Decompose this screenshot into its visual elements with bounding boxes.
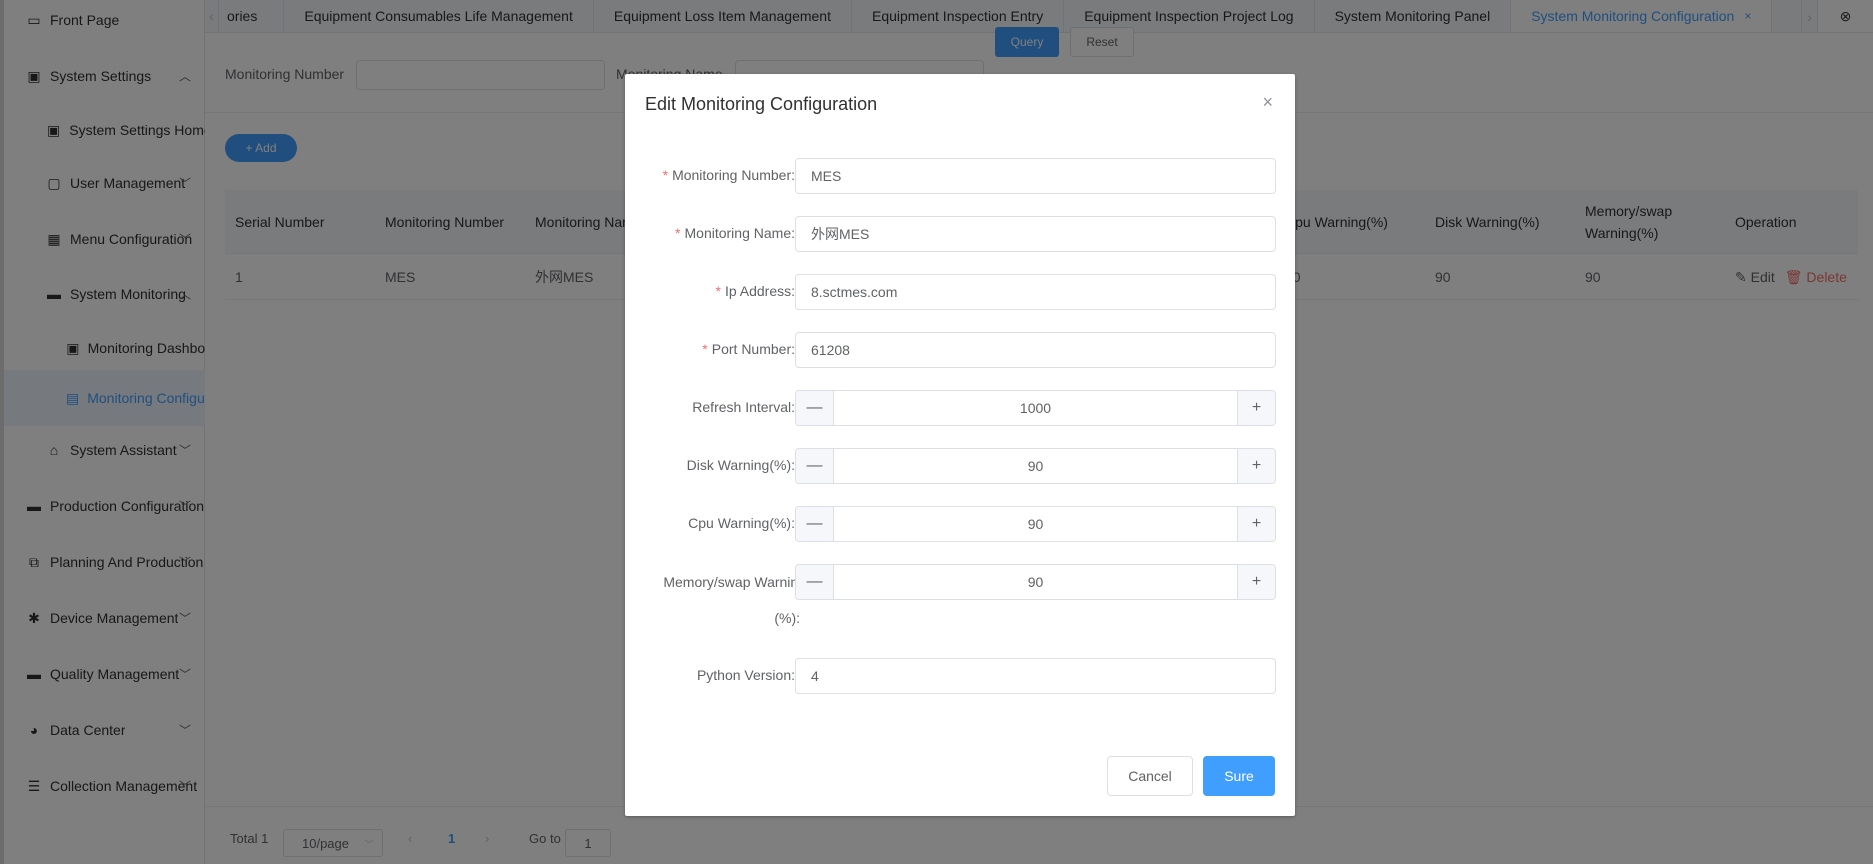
cancel-button[interactable]: Cancel — [1107, 756, 1193, 796]
close-icon[interactable]: × — [1262, 92, 1273, 113]
plus-icon[interactable]: + — [1237, 507, 1275, 541]
disk-warning-label: Disk Warning(%): — [686, 457, 795, 473]
plus-icon[interactable]: + — [1237, 391, 1275, 425]
python-version-input[interactable]: 4 — [795, 658, 1276, 694]
refresh-interval-label: Refresh Interval: — [692, 399, 795, 415]
plus-icon[interactable]: + — [1237, 449, 1275, 483]
port-number-label: * Port Number: — [702, 341, 795, 357]
refresh-interval-input[interactable]: 1000 — [834, 391, 1237, 425]
minus-icon[interactable]: — — [796, 449, 834, 483]
edit-monitoring-dialog: Edit Monitoring Configuration × * Monitor… — [625, 74, 1295, 816]
memory-warning-stepper: — 90 + — [795, 564, 1276, 600]
port-number-input[interactable]: 61208 — [795, 332, 1276, 368]
monitoring-number-label: * Monitoring Number: — [662, 167, 795, 183]
cpu-warning-stepper: — 90 + — [795, 506, 1276, 542]
plus-icon[interactable]: + — [1237, 565, 1275, 599]
sure-button[interactable]: Sure — [1203, 756, 1275, 796]
ip-address-input[interactable]: 8.sctmes.com — [795, 274, 1276, 310]
monitoring-name-input[interactable]: 外网MES — [795, 216, 1276, 252]
minus-icon[interactable]: — — [796, 507, 834, 541]
disk-warning-stepper: — 90 + — [795, 448, 1276, 484]
disk-warning-input[interactable]: 90 — [834, 449, 1237, 483]
monitoring-name-label: * Monitoring Name: — [675, 225, 795, 241]
ip-address-label: * Ip Address: — [715, 283, 796, 299]
dialog-title: Edit Monitoring Configuration — [645, 94, 878, 114]
minus-icon[interactable]: — — [796, 391, 834, 425]
python-version-label: Python Version: — [696, 667, 795, 683]
cpu-warning-input[interactable]: 90 — [834, 507, 1237, 541]
memory-warning-label: Memory/swap Warning (%): — [663, 574, 806, 626]
monitoring-number-input[interactable]: MES — [795, 158, 1276, 194]
minus-icon[interactable]: — — [796, 565, 834, 599]
cpu-warning-label: Cpu Warning(%): — [688, 515, 795, 531]
memory-warning-input[interactable]: 90 — [834, 565, 1237, 599]
refresh-interval-stepper: — 1000 + — [795, 390, 1276, 426]
